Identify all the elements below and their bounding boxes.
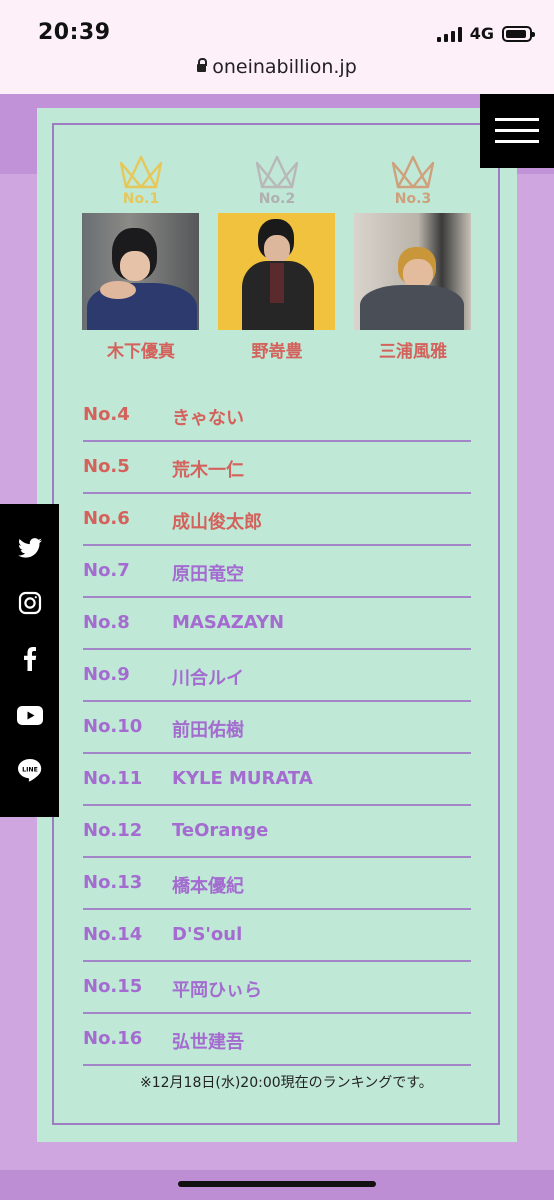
- ranking-name: 平岡ひぃら: [172, 980, 262, 1001]
- ranking-number: No.16: [83, 1028, 143, 1049]
- ranking-note: ※12月18日(水)20:00現在のランキングです。: [140, 1075, 433, 1091]
- twitter-icon[interactable]: [16, 534, 44, 562]
- ranking-number: No.8: [83, 612, 130, 633]
- ranking-name: TeOrange: [172, 820, 269, 841]
- ranking-number: No.7: [83, 560, 130, 581]
- ranking-number: No.9: [83, 664, 130, 685]
- rank-3-photo[interactable]: [354, 213, 471, 330]
- line-icon[interactable]: LINE: [16, 756, 44, 784]
- ranking-row[interactable]: No.14 D'S'oul: [83, 910, 471, 962]
- social-sidebar: LINE: [0, 504, 59, 817]
- ranking-number: No.14: [83, 924, 143, 945]
- home-indicator[interactable]: [178, 1181, 376, 1187]
- instagram-icon[interactable]: [16, 589, 44, 617]
- ranking-row[interactable]: No.9 川合ルイ: [83, 650, 471, 702]
- ranking-number: No.12: [83, 820, 143, 841]
- ranking-name: MASAZAYN: [172, 612, 285, 633]
- facebook-icon[interactable]: [16, 645, 44, 673]
- network-type: 4G: [469, 24, 494, 43]
- rank-3-number: No.3: [394, 191, 432, 207]
- ranking-name: 橋本優紀: [172, 876, 244, 897]
- ranking-row[interactable]: No.5 荒木一仁: [83, 442, 471, 494]
- gold-crown-icon: [119, 155, 163, 189]
- rank-2-name: 野嵜豊: [251, 342, 303, 362]
- ranking-row[interactable]: No.4 きゃない: [83, 390, 471, 442]
- silver-crown-icon: [255, 155, 299, 189]
- rank-2-card[interactable]: No.2 野嵜豊: [218, 154, 336, 362]
- ranking-name: 成山俊太郎: [172, 512, 262, 533]
- status-bar: 20:39 4G oneinabillion.jp: [0, 0, 554, 94]
- bronze-crown-icon: [391, 155, 435, 189]
- menu-bar: [495, 129, 539, 132]
- status-indicators: 4G: [436, 24, 535, 43]
- ranking-number: No.10: [83, 716, 143, 737]
- rank-3-card[interactable]: No.3 三浦風雅: [354, 154, 472, 362]
- rank-1-number: No.1: [122, 191, 160, 207]
- ranking-row[interactable]: No.12 TeOrange: [83, 806, 471, 858]
- ranking-name: 荒木一仁: [172, 460, 244, 481]
- ranking-name: D'S'oul: [172, 924, 243, 945]
- svg-text:LINE: LINE: [22, 766, 38, 773]
- ranking-row[interactable]: No.15 平岡ひぃら: [83, 962, 471, 1014]
- ranking-number: No.4: [83, 404, 130, 425]
- ranking-number: No.5: [83, 456, 130, 477]
- url-text: oneinabillion.jp: [212, 56, 357, 78]
- youtube-icon[interactable]: [16, 701, 44, 729]
- ranking-list: No.4 きゃない No.5 荒木一仁 No.6 成山俊太郎 No.7 原田竜空 No.8 MAS…: [83, 390, 471, 1066]
- rank-2-photo[interactable]: [218, 213, 335, 330]
- ranking-number: No.13: [83, 872, 143, 893]
- signal-icon: [436, 26, 462, 42]
- rank-1-photo[interactable]: [82, 213, 199, 330]
- ranking-name: きゃない: [172, 408, 244, 429]
- ranking-number: No.15: [83, 976, 143, 997]
- ranking-name: 原田竜空: [172, 564, 244, 585]
- ranking-number: No.6: [83, 508, 130, 529]
- rank-1-card[interactable]: No.1 木下優真: [82, 154, 200, 362]
- ranking-row[interactable]: No.7 原田竜空: [83, 546, 471, 598]
- rank-1-name: 木下優真: [107, 342, 175, 362]
- ranking-name: KYLE MURATA: [172, 768, 313, 789]
- menu-button[interactable]: [480, 94, 554, 168]
- battery-icon: [502, 25, 535, 42]
- menu-bar: [495, 118, 539, 121]
- menu-bar: [495, 140, 539, 143]
- status-time: 20:39: [38, 20, 111, 45]
- lock-icon: [197, 58, 208, 72]
- ranking-number: No.11: [83, 768, 143, 789]
- ranking-name: 前田佑樹: [172, 720, 244, 741]
- ranking-name: 弘世建吾: [172, 1032, 244, 1053]
- rank-2-number: No.2: [258, 191, 296, 207]
- address-bar[interactable]: oneinabillion.jp: [0, 56, 554, 78]
- ranking-row[interactable]: No.11 KYLE MURATA: [83, 754, 471, 806]
- ranking-row[interactable]: No.8 MASAZAYN: [83, 598, 471, 650]
- ranking-row[interactable]: No.13 橋本優紀: [83, 858, 471, 910]
- ranking-row[interactable]: No.16 弘世建吾: [83, 1014, 471, 1066]
- ranking-name: 川合ルイ: [172, 668, 244, 689]
- ranking-row[interactable]: No.10 前田佑樹: [83, 702, 471, 754]
- ranking-row[interactable]: No.6 成山俊太郎: [83, 494, 471, 546]
- rank-3-name: 三浦風雅: [379, 342, 447, 362]
